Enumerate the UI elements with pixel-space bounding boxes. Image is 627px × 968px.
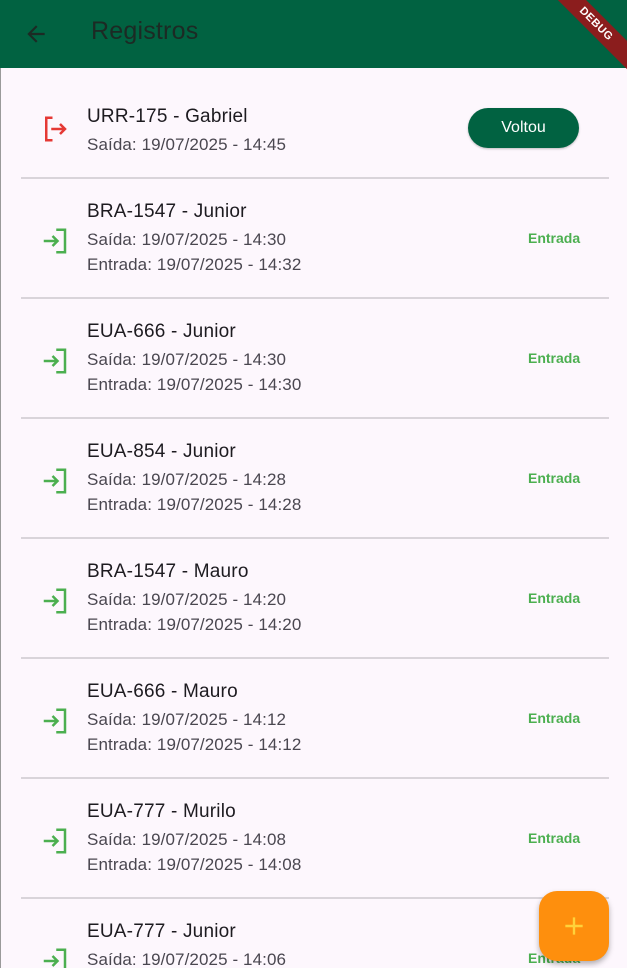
record-saida: Saída: 19/07/2025 - 14:20 <box>87 590 287 609</box>
login-icon <box>43 708 67 734</box>
exit-icon <box>45 116 67 142</box>
record-plate: EUA-854 - Junior <box>87 441 236 462</box>
record-item[interactable]: EUA-666 - Junior Saída: 19/07/2025 - 14:… <box>0 299 627 419</box>
record-plate: BRA-1547 - Junior <box>87 201 247 222</box>
record-item[interactable]: EUA-777 - Junior Saída: 19/07/2025 - 14:… <box>0 899 627 968</box>
status-badge: Entrada <box>528 590 581 606</box>
record-plate: EUA-777 - Murilo <box>87 801 236 822</box>
record-saida: Saída: 19/07/2025 - 14:06 <box>87 950 287 968</box>
record-plate: EUA-666 - Junior <box>87 321 236 342</box>
record-item[interactable]: BRA-1547 - Mauro Saída: 19/07/2025 - 14:… <box>0 539 627 659</box>
record-entrada: Entrada: 19/07/2025 - 14:30 <box>87 375 302 394</box>
record-entrada: Entrada: 19/07/2025 - 14:28 <box>87 495 302 514</box>
back-button[interactable] <box>22 20 50 48</box>
record-plate: EUA-666 - Mauro <box>87 681 238 702</box>
login-icon <box>43 828 67 854</box>
record-item[interactable]: BRA-1547 - Junior Saída: 19/07/2025 - 14… <box>0 179 627 299</box>
record-plate: URR-175 - Gabriel <box>87 106 248 127</box>
record-item[interactable]: EUA-854 - Junior Saída: 19/07/2025 - 14:… <box>0 419 627 539</box>
page-title: Registros <box>91 17 199 45</box>
record-saida: Saída: 19/07/2025 - 14:45 <box>87 135 287 154</box>
record-saida: Saída: 19/07/2025 - 14:08 <box>87 830 287 849</box>
add-record-button[interactable] <box>539 891 609 961</box>
status-badge: Entrada <box>528 470 581 486</box>
record-item[interactable]: EUA-666 - Mauro Saída: 19/07/2025 - 14:1… <box>0 659 627 779</box>
login-icon <box>43 228 67 254</box>
status-badge: Entrada <box>528 230 581 246</box>
status-badge: Entrada <box>528 710 581 726</box>
login-icon <box>43 588 67 614</box>
login-icon <box>43 468 67 494</box>
record-item[interactable]: URR-175 - Gabriel Saída: 19/07/2025 - 14… <box>0 68 627 179</box>
record-plate: BRA-1547 - Mauro <box>87 561 249 582</box>
login-icon <box>43 948 67 968</box>
record-entrada: Entrada: 19/07/2025 - 14:32 <box>87 255 302 274</box>
voltou-button[interactable]: Voltou <box>468 108 579 148</box>
record-entrada: Entrada: 19/07/2025 - 14:08 <box>87 855 302 874</box>
app-bar: Registros DEBUG <box>0 0 627 78</box>
plus-icon <box>565 917 583 935</box>
record-saida: Saída: 19/07/2025 - 14:30 <box>87 350 287 369</box>
record-saida: Saída: 19/07/2025 - 14:28 <box>87 470 287 489</box>
record-saida: Saída: 19/07/2025 - 14:12 <box>87 710 287 729</box>
record-item[interactable]: EUA-777 - Murilo Saída: 19/07/2025 - 14:… <box>0 779 627 899</box>
debug-banner: DEBUG <box>542 0 627 78</box>
record-entrada: Entrada: 19/07/2025 - 14:20 <box>87 615 302 634</box>
records-list: URR-175 - Gabriel Saída: 19/07/2025 - 14… <box>0 68 627 968</box>
status-badge: Entrada <box>528 350 581 366</box>
record-plate: EUA-777 - Junior <box>87 921 236 942</box>
record-entrada: Entrada: 19/07/2025 - 14:12 <box>87 735 302 754</box>
record-saida: Saída: 19/07/2025 - 14:30 <box>87 230 287 249</box>
arrow-back-icon <box>27 25 45 43</box>
login-icon <box>43 348 67 374</box>
status-badge: Entrada <box>528 830 581 846</box>
